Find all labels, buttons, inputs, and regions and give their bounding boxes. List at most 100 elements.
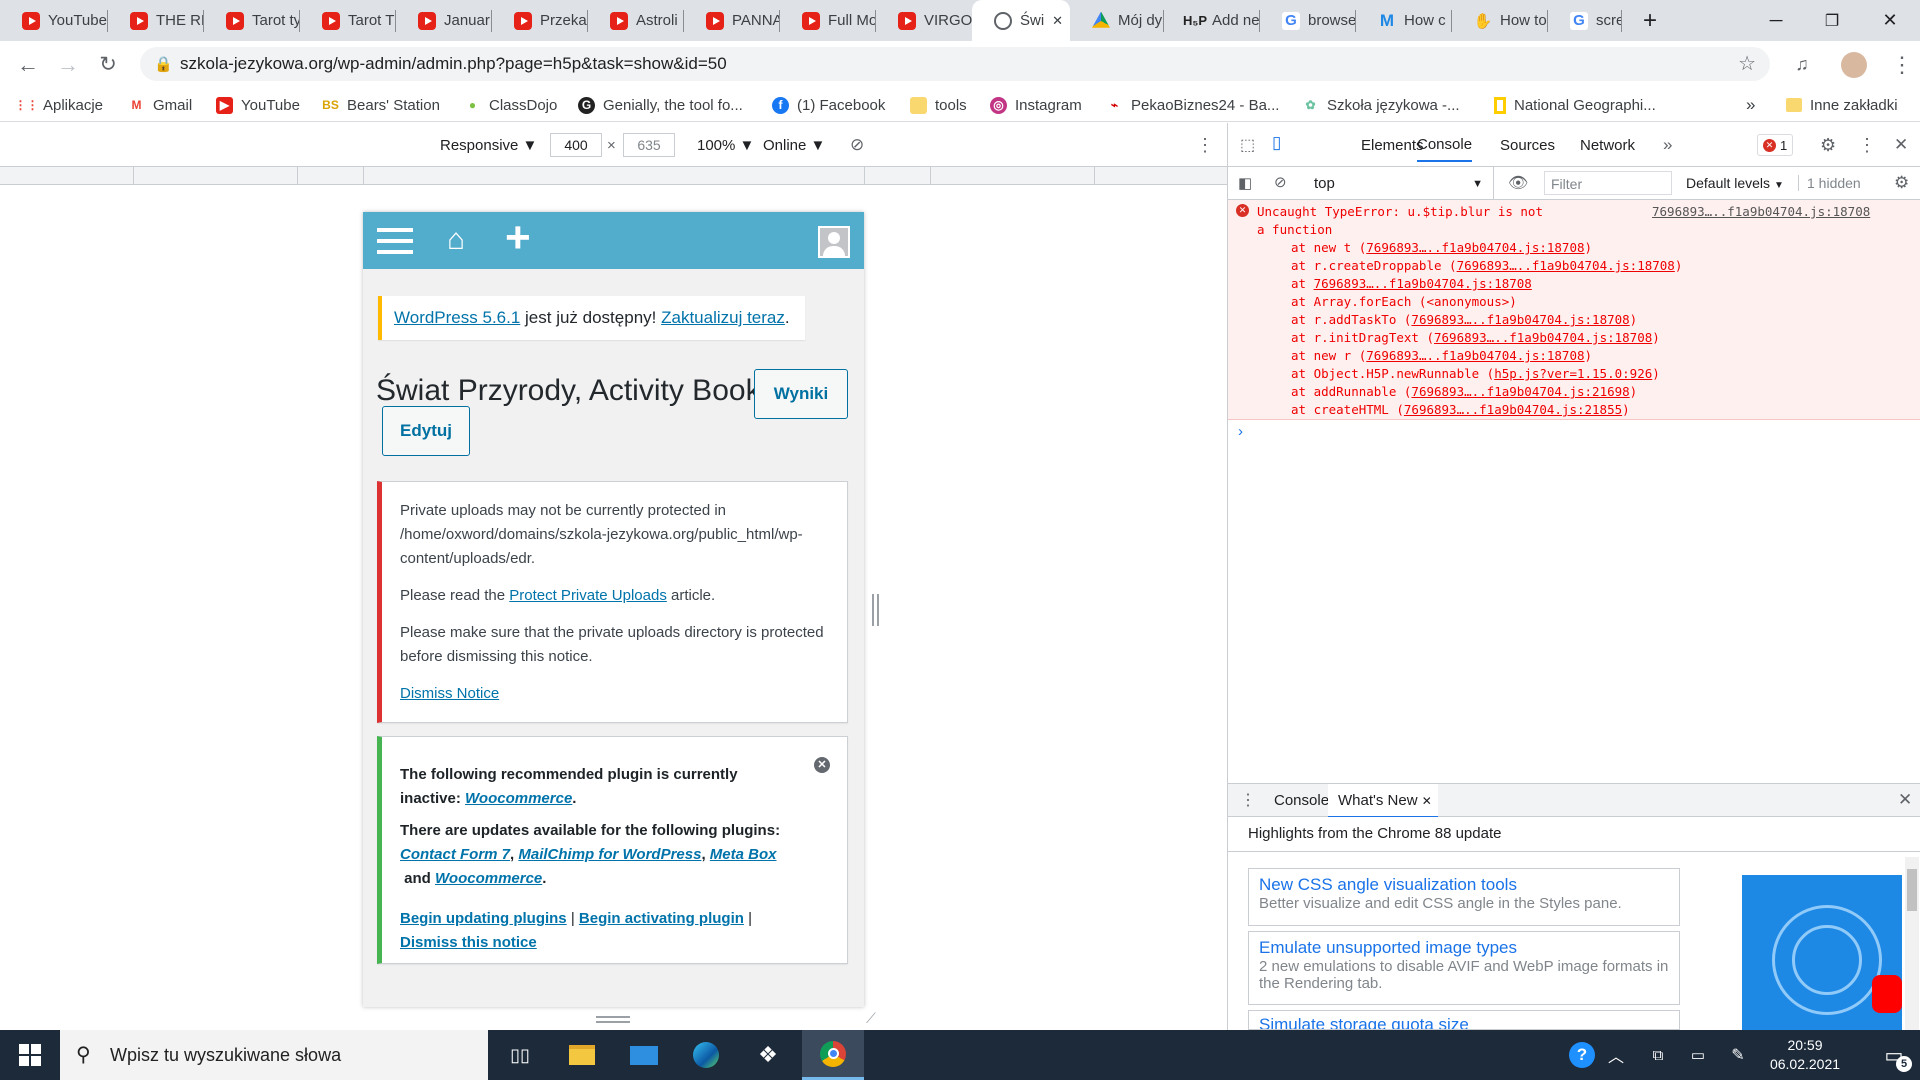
drawer-tab-whats-new[interactable]: What's New ✕ — [1328, 784, 1438, 818]
context-select[interactable]: top ▼ — [1314, 167, 1494, 200]
forward-icon[interactable]: → — [46, 41, 90, 88]
dismiss-notice-link[interactable]: Dismiss Notice — [400, 685, 499, 702]
user-avatar-icon[interactable] — [818, 226, 850, 258]
dismiss-this-notice-link[interactable]: Dismiss this notice — [400, 934, 537, 951]
bookmark-item[interactable]: National Geographi... — [1494, 88, 1656, 122]
stack-frame-link[interactable]: 7696893…..f1a9b04704.js:18708 — [1314, 276, 1532, 291]
stack-frame-link[interactable]: 7696893…..f1a9b04704.js:21855 — [1404, 402, 1622, 417]
devtools-tab-network[interactable]: Network — [1580, 128, 1635, 162]
browser-tab[interactable]: Mój dy — [1070, 0, 1164, 41]
zoom-select[interactable]: 100% ▼ — [697, 123, 754, 167]
whats-new-card[interactable]: Emulate unsupported image types 2 new emu… — [1248, 931, 1680, 1005]
devtools-tab-console[interactable]: Console — [1417, 128, 1473, 162]
resize-handle-bottom[interactable] — [596, 1016, 630, 1023]
browser-tab[interactable]: VIRGO — [876, 0, 972, 41]
browser-tab[interactable]: H₅P Add ne — [1164, 0, 1260, 41]
browser-tab[interactable]: Tarot ty — [204, 0, 300, 41]
tab-active[interactable]: Świ ✕ — [972, 0, 1070, 41]
bookmark-item[interactable]: tools — [910, 88, 967, 122]
scrollbar[interactable] — [1905, 857, 1919, 1030]
reload-icon[interactable]: ↻ — [86, 41, 130, 88]
tray-chevron-icon[interactable]: ︿ — [1594, 1030, 1638, 1080]
settings-gear-icon[interactable]: ⚙ — [1820, 130, 1836, 160]
whats-new-card[interactable]: Simulate storage quota size — [1248, 1010, 1680, 1030]
close-window-button[interactable]: ✕ — [1862, 0, 1918, 41]
minimize-button[interactable]: ─ — [1748, 0, 1804, 41]
begin-activating-link[interactable]: Begin activating plugin — [579, 910, 744, 927]
stack-frame-link[interactable]: 7696893…..f1a9b04704.js:18708 — [1434, 330, 1652, 345]
notifications-icon[interactable]: ▭ 5 — [1866, 1030, 1920, 1080]
windows-start-icon[interactable] — [2, 1030, 58, 1080]
browser-tab[interactable]: YouTube — [0, 0, 108, 41]
browser-tab[interactable]: Przeka — [492, 0, 588, 41]
browser-tab[interactable]: M How c — [1356, 0, 1452, 41]
inspect-icon[interactable]: ⬚ — [1240, 135, 1255, 155]
error-counter[interactable]: ✕ 1 — [1757, 134, 1794, 156]
bookmark-item[interactable]: G Genially, the tool fo... — [578, 88, 743, 122]
height-input[interactable]: 635 — [623, 133, 675, 157]
devtools-close-icon[interactable]: ✕ — [1894, 130, 1908, 160]
hamburger-menu-icon[interactable] — [377, 228, 413, 254]
bookmark-item[interactable]: ⌁ PekaoBiznes24 - Ba... — [1106, 88, 1280, 122]
devtools-more-tabs-icon[interactable]: » — [1663, 130, 1672, 160]
device-select[interactable]: Responsive ▼ — [440, 123, 537, 167]
whats-new-card[interactable]: New CSS angle visualization tools Better … — [1248, 868, 1680, 926]
live-expression-eye-icon[interactable]: 👁 — [1508, 173, 1528, 193]
devtools-menu-icon[interactable]: ⋮ — [1858, 130, 1876, 160]
new-tab-button[interactable]: + — [1622, 0, 1678, 41]
begin-updating-link[interactable]: Begin updating plugins — [400, 910, 567, 927]
browser-tab[interactable]: Full Mo — [780, 0, 876, 41]
tray-device-icon[interactable]: ⧉ — [1636, 1030, 1680, 1080]
avatar[interactable] — [1832, 41, 1876, 88]
clock[interactable]: 20:59 06.02.2021 — [1762, 1030, 1848, 1080]
close-tab-icon[interactable]: ✕ — [1422, 794, 1432, 808]
stack-frame-link[interactable]: 7696893…..f1a9b04704.js:21698 — [1411, 384, 1629, 399]
bookmark-item[interactable]: ● ClassDojo — [464, 88, 557, 122]
drawer-tab-console[interactable]: Console — [1274, 792, 1329, 809]
bookmark-item[interactable]: f (1) Facebook — [772, 88, 885, 122]
address-bar[interactable]: 🔒 szkola-jezykowa.org/wp-admin/admin.php… — [140, 47, 1770, 81]
drawer-menu-icon[interactable]: ⋮ — [1240, 790, 1256, 810]
console-prompt-icon[interactable]: › — [1238, 423, 1243, 440]
contact-form-7-link[interactable]: Contact Form 7 — [400, 846, 510, 863]
bookmark-item[interactable]: ▶ YouTube — [216, 88, 300, 122]
results-button[interactable]: Wyniki — [754, 369, 848, 419]
close-tab-icon[interactable]: ✕ — [1052, 13, 1063, 29]
stack-frame-link[interactable]: 7696893…..f1a9b04704.js:18708 — [1366, 348, 1584, 363]
media-icon[interactable]: ♫ — [1780, 41, 1824, 88]
battery-icon[interactable]: ▭ — [1676, 1030, 1720, 1080]
browser-tab[interactable]: Tarot T — [300, 0, 396, 41]
meta-box-link[interactable]: Meta Box — [710, 846, 777, 863]
bookmark-item[interactable]: ◎ Instagram — [990, 88, 1082, 122]
notice-close-icon[interactable]: ✕ — [814, 757, 830, 773]
browser-tab[interactable]: Gscreen — [1548, 0, 1622, 41]
wordpress-version-link[interactable]: WordPress 5.6.1 — [394, 308, 520, 328]
other-bookmarks[interactable]: Inne zakładki — [1786, 88, 1898, 122]
device-more-icon[interactable]: ⋮ — [1196, 123, 1214, 167]
update-now-link[interactable]: Zaktualizuj teraz — [661, 308, 785, 328]
browser-tab[interactable]: Januar — [396, 0, 492, 41]
edit-button[interactable]: Edytuj — [382, 406, 470, 456]
console-settings-icon[interactable]: ⚙ — [1894, 173, 1909, 193]
drawer-close-icon[interactable]: ✕ — [1898, 790, 1912, 810]
woocommerce-update-link[interactable]: Woocommerce — [435, 870, 542, 887]
back-icon[interactable]: ← — [6, 41, 50, 88]
devtools-tab-sources[interactable]: Sources — [1500, 128, 1555, 162]
browser-tab[interactable]: PANNA — [684, 0, 780, 41]
bookmark-item[interactable]: ✿ Szkoła językowa -... — [1302, 88, 1459, 122]
dropbox-icon[interactable]: ❖ — [740, 1030, 796, 1080]
browser-tab[interactable]: Gbrowse — [1260, 0, 1356, 41]
add-new-icon[interactable]: + — [505, 216, 531, 260]
woocommerce-link[interactable]: Woocommerce — [465, 790, 572, 807]
device-toggle-icon[interactable]: ▯ — [1272, 133, 1281, 153]
width-input[interactable]: 400 — [550, 133, 602, 157]
bookmark-item[interactable]: ⋮⋮ Aplikacje — [15, 88, 104, 122]
error-source-link[interactable]: 7696893…..f1a9b04704.js:18708 — [1652, 203, 1870, 221]
stack-frame-link[interactable]: 7696893…..f1a9b04704.js:18708 — [1411, 312, 1629, 327]
log-levels-select[interactable]: Default levels ▼ — [1686, 175, 1784, 191]
network-select[interactable]: Online ▼ — [763, 123, 825, 167]
pen-icon[interactable]: ✎ — [1716, 1030, 1760, 1080]
taskbar-search-input[interactable]: ⚲ Wpisz tu wyszukiwane słowa — [60, 1030, 488, 1080]
menu-kebab-icon[interactable]: ⋮ — [1880, 41, 1920, 88]
stack-frame-link[interactable]: h5p.js?ver=1.15.0:926 — [1494, 366, 1652, 381]
